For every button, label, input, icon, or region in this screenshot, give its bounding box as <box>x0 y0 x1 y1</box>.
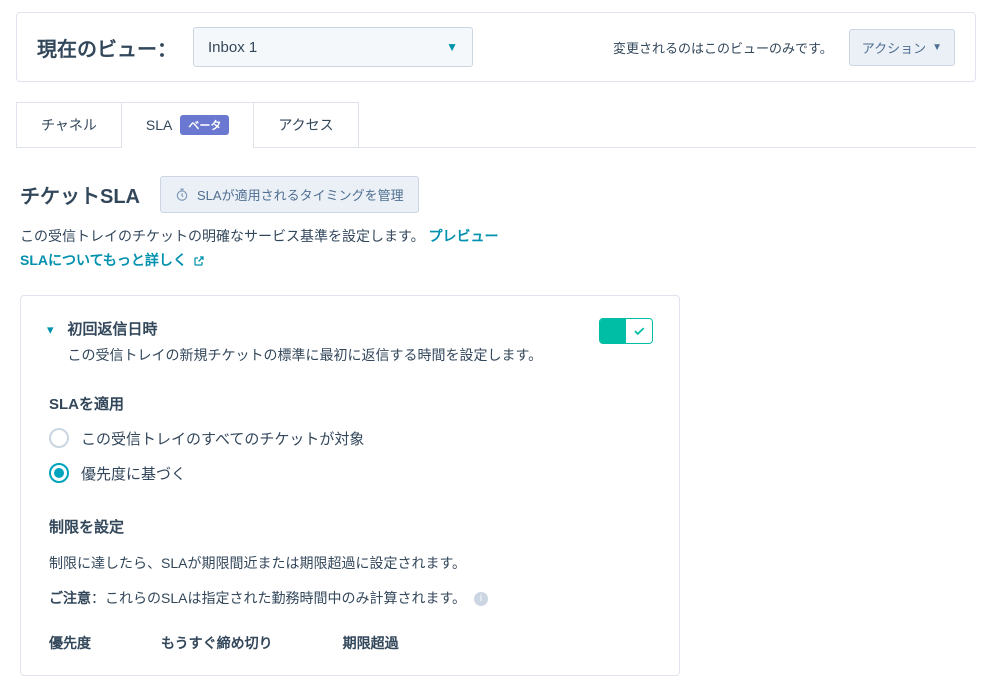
manage-timing-button[interactable]: SLAが適用されるタイミングを管理 <box>160 176 419 213</box>
set-limits-heading: 制限を設定 <box>49 516 653 537</box>
col-priority: 優先度 <box>49 633 91 653</box>
notice-colon: ： <box>91 590 105 606</box>
view-select[interactable]: Inbox 1 ▼ <box>193 27 473 67</box>
radio-by-priority[interactable]: 優先度に基づく <box>49 463 653 484</box>
first-reply-toggle[interactable] <box>599 318 653 344</box>
learn-more-row: SLAについてもっと詳しく <box>20 249 972 273</box>
radio-icon <box>49 463 69 483</box>
current-view-label: 現在のビュー： <box>37 33 177 62</box>
section-header: チケットSLA SLAが適用されるタイミングを管理 <box>20 176 972 213</box>
section-desc-text: この受信トレイのチケットの明確なサービス基準を設定します。 <box>20 228 425 244</box>
view-scope-note: 変更されるのはこのビューのみです。 <box>613 38 833 57</box>
info-icon[interactable]: i <box>474 592 488 606</box>
tabs: チャネル SLA ベータ アクセス <box>16 102 976 148</box>
preview-link[interactable]: プレビュー <box>429 228 499 244</box>
actions-button[interactable]: アクション ▼ <box>849 29 955 66</box>
view-select-value: Inbox 1 <box>208 39 257 56</box>
tab-label: SLA <box>146 117 172 133</box>
tab-sla[interactable]: SLA ベータ <box>121 102 254 147</box>
radio-icon <box>49 428 69 448</box>
learn-more-text: SLAについてもっと詳しく <box>20 252 187 268</box>
tab-access[interactable]: アクセス <box>253 102 358 147</box>
beta-badge: ベータ <box>180 115 229 135</box>
external-link-icon <box>193 255 205 267</box>
chevron-down-icon[interactable]: ▾ <box>47 322 54 338</box>
panel-header: ▾ 初回返信日時 この受信トレイの新規チケットの標準に最初に返信する時間を設定し… <box>47 318 653 365</box>
panel-body: SLAを適用 この受信トレイのすべてのチケットが対象 優先度に基づく 制限を設定… <box>47 393 653 653</box>
col-overdue: 期限超過 <box>343 633 399 653</box>
limits-description: 制限に達したら、SLAが期限間近または期限超過に設定されます。 <box>49 551 653 576</box>
learn-more-link[interactable]: SLAについてもっと詳しく <box>20 252 205 268</box>
tab-channel[interactable]: チャネル <box>16 102 122 147</box>
notice-prefix: ご注意 <box>49 590 91 606</box>
caret-down-icon: ▼ <box>932 42 942 53</box>
radio-label: 優先度に基づく <box>81 463 186 484</box>
caret-down-icon: ▼ <box>446 40 458 54</box>
first-reply-panel: ▾ 初回返信日時 この受信トレイの新規チケットの標準に最初に返信する時間を設定し… <box>20 295 680 676</box>
check-icon <box>632 324 646 338</box>
radio-all-tickets[interactable]: この受信トレイのすべてのチケットが対象 <box>49 428 653 449</box>
col-due-soon: もうすぐ締め切り <box>161 633 273 653</box>
apply-sla-heading: SLAを適用 <box>49 393 653 414</box>
tab-label: チャネル <box>41 115 97 135</box>
limits-columns: 優先度 もうすぐ締め切り 期限超過 <box>49 633 653 653</box>
section-title: チケットSLA <box>20 180 140 209</box>
content: チケットSLA SLAが適用されるタイミングを管理 この受信トレイのチケットの明… <box>16 148 976 676</box>
clock-icon <box>175 188 189 202</box>
actions-button-label: アクション <box>862 38 926 57</box>
tab-label: アクセス <box>278 115 333 135</box>
section-description: この受信トレイのチケットの明確なサービス基準を設定します。 プレビュー <box>20 225 972 249</box>
radio-label: この受信トレイのすべてのチケットが対象 <box>81 428 364 449</box>
notice-line: ご注意：これらのSLAは指定された勤務時間中のみ計算されます。 i <box>49 586 653 611</box>
panel-subtitle: この受信トレイの新規チケットの標準に最初に返信する時間を設定します。 <box>68 345 585 365</box>
notice-text: これらのSLAは指定された勤務時間中のみ計算されます。 <box>105 590 466 606</box>
manage-timing-label: SLAが適用されるタイミングを管理 <box>197 185 404 204</box>
panel-title: 初回返信日時 <box>68 318 585 339</box>
view-bar: 現在のビュー： Inbox 1 ▼ 変更されるのはこのビューのみです。 アクショ… <box>16 12 976 82</box>
